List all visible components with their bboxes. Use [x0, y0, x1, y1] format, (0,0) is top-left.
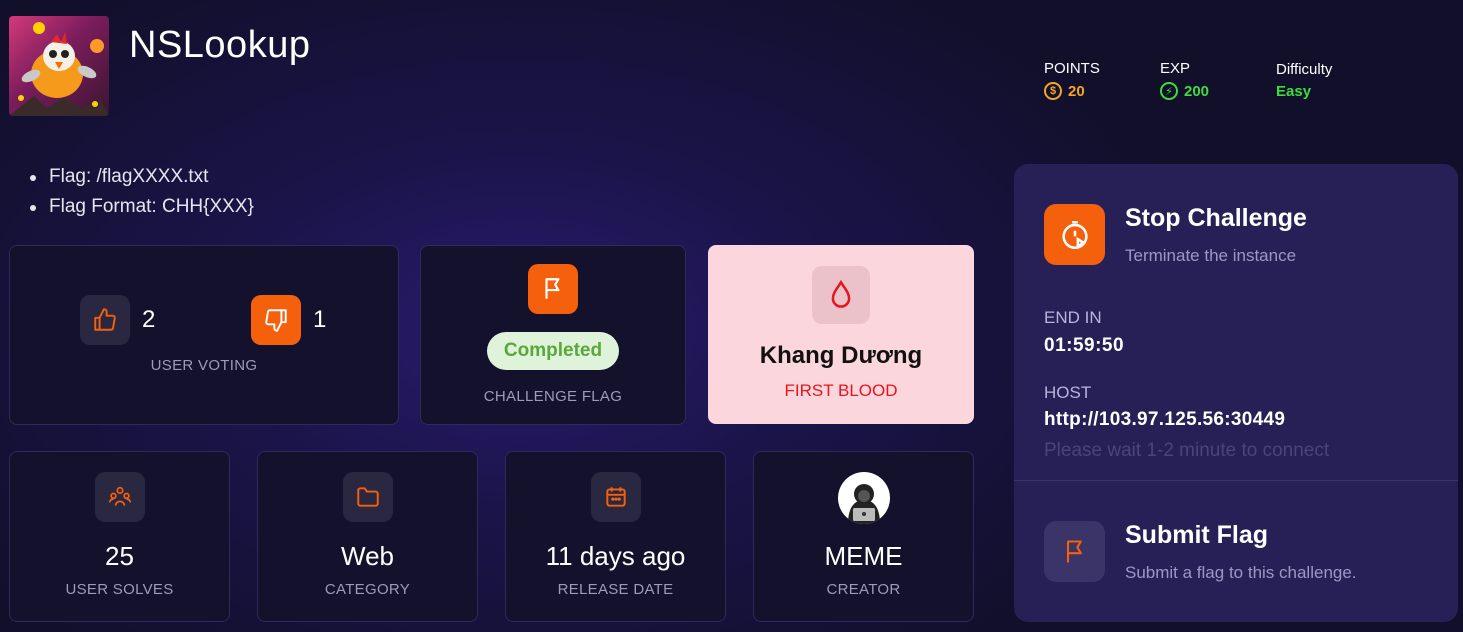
stop-challenge-button[interactable]	[1044, 204, 1105, 265]
challenge-flag-card: Completed CHALLENGE FLAG	[420, 245, 686, 425]
stop-challenge-title[interactable]: Stop Challenge	[1125, 204, 1307, 233]
creator-avatar[interactable]	[837, 472, 890, 524]
creator-caption: CREATOR	[826, 581, 901, 598]
release-date-value: 11 days ago	[545, 541, 686, 571]
user-solves-caption: USER SOLVES	[65, 581, 174, 598]
blood-drop-icon	[812, 266, 870, 324]
host-url[interactable]: http://103.97.125.56:30449	[1044, 409, 1285, 431]
completed-badge: Completed	[486, 332, 620, 370]
thumbs-up-button[interactable]	[80, 295, 130, 345]
end-in-label: END IN	[1044, 308, 1102, 327]
voting-caption: USER VOTING	[150, 357, 258, 374]
category-card: Web CATEGORY	[257, 451, 478, 622]
description-line: Flag Format: CHH{XXX}	[30, 196, 254, 218]
first-blood-card: Khang Dương FIRST BLOOD	[708, 245, 974, 424]
exp-label: EXP	[1160, 60, 1191, 77]
stopwatch-icon	[1061, 220, 1088, 249]
thumbs-down-icon	[265, 309, 287, 332]
category-value: Web	[341, 541, 394, 571]
users-icon	[94, 472, 145, 522]
challenge-title: NSLookup	[129, 24, 311, 66]
difficulty-value: Easy	[1276, 83, 1312, 100]
stop-challenge-subtitle: Terminate the instance	[1125, 246, 1297, 265]
exp-icon: ⚡	[1160, 82, 1178, 100]
panel-divider	[1014, 480, 1458, 481]
difficulty-label: Difficulty	[1276, 61, 1333, 78]
challenge-image	[9, 16, 109, 116]
submit-flag-subtitle: Submit a flag to this challenge.	[1125, 563, 1357, 582]
thumbs-down-button[interactable]	[251, 295, 301, 345]
exp-value: 200	[1184, 82, 1210, 100]
challenge-flag-caption: CHALLENGE FLAG	[483, 388, 623, 405]
challenge-description: Flag: /flagXXXX.txt Flag Format: CHH{XXX…	[30, 166, 254, 226]
user-voting-card: 2 1 USER VOTING	[9, 245, 399, 425]
instance-panel: Stop Challenge Terminate the instance EN…	[1014, 164, 1458, 622]
submit-flag-title[interactable]: Submit Flag	[1125, 521, 1268, 550]
end-in-value: 01:59:50	[1044, 335, 1125, 356]
points-value: 20	[1068, 82, 1085, 100]
creator-value: MEME	[824, 541, 903, 571]
first-blood-name: Khang Dương	[759, 342, 923, 369]
exp-stat: EXP ⚡ 200	[1160, 60, 1209, 100]
flag-icon	[1066, 539, 1082, 562]
description-line: Flag: /flagXXXX.txt	[30, 166, 254, 188]
upvote-count: 2	[142, 306, 156, 333]
thumbs-up-icon	[94, 308, 116, 331]
host-label: HOST	[1044, 383, 1092, 402]
downvote-count: 1	[313, 306, 327, 333]
release-date-caption: RELEASE DATE	[557, 581, 674, 598]
points-label: POINTS	[1044, 60, 1100, 77]
category-caption: CATEGORY	[324, 581, 411, 598]
difficulty-stat: Difficulty Easy	[1276, 61, 1332, 100]
host-hint: Please wait 1-2 minute to connect	[1044, 440, 1330, 461]
user-solves-value: 25	[105, 541, 134, 571]
release-date-card: 11 days ago RELEASE DATE	[505, 451, 726, 622]
hacker-avatar-icon	[847, 484, 880, 524]
folder-icon	[342, 472, 393, 522]
coin-icon: $	[1044, 82, 1062, 100]
first-blood-caption: FIRST BLOOD	[784, 381, 898, 400]
calendar-icon	[590, 472, 641, 522]
creator-card: MEME CREATOR	[753, 451, 974, 622]
user-solves-card: 25 USER SOLVES	[9, 451, 230, 622]
flag-icon	[528, 264, 578, 314]
submit-flag-button[interactable]	[1044, 521, 1105, 582]
points-stat: POINTS $ 20	[1044, 60, 1100, 100]
